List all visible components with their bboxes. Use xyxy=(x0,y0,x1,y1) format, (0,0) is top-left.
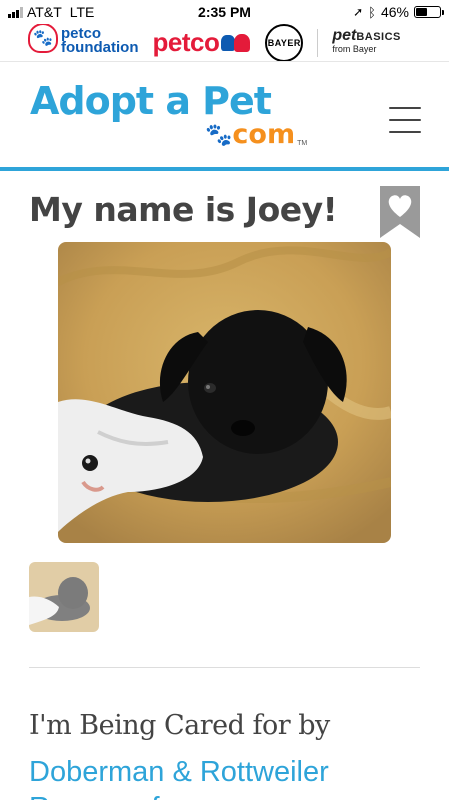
paw-icon: 🐾 xyxy=(205,121,233,147)
logo-main-text: Adopt a Pet xyxy=(30,79,272,123)
battery-percent: 46% xyxy=(380,4,409,20)
sponsor-bar: 🐾 petco foundation petco BAYER petBASICS… xyxy=(0,24,449,62)
location-arrow-icon: ➚ xyxy=(353,5,364,19)
thumbnail-image xyxy=(29,562,99,632)
carrier-label: AT&T xyxy=(27,4,62,20)
logo-sub: 🐾 com TM xyxy=(205,119,307,150)
pet-main-photo[interactable] xyxy=(58,242,391,543)
status-bar: AT&T LTE 2:35 PM ➚ ᛒ 46% xyxy=(0,0,449,24)
sponsor-divider xyxy=(317,28,319,57)
hamburger-menu-icon[interactable] xyxy=(389,107,421,133)
signal-strength-icon xyxy=(8,6,23,18)
logo-trademark: TM xyxy=(297,140,308,147)
network-label: LTE xyxy=(69,4,95,20)
petbasics-logo[interactable]: petBASICS from Bayer xyxy=(332,27,401,55)
bayer-logo[interactable]: BAYER xyxy=(265,24,304,61)
pet-name-title: My name is Joey! xyxy=(29,190,338,229)
site-header: Adopt a Pet 🐾 com TM xyxy=(0,63,449,171)
petco-pets-icon xyxy=(221,32,251,54)
petbasics-sub: from Bayer xyxy=(332,44,377,54)
petco-logo-text: petco xyxy=(152,27,220,57)
logo-com-text: com xyxy=(232,119,296,150)
puppy-photo xyxy=(58,242,391,543)
section-divider xyxy=(29,667,420,668)
pet-photo-thumbnail[interactable] xyxy=(29,562,99,632)
petco-logo[interactable]: petco xyxy=(152,27,251,58)
adopt-a-pet-logo[interactable]: Adopt a Pet 🐾 com TM xyxy=(30,81,320,161)
favorite-bookmark-icon[interactable] xyxy=(380,186,420,238)
petbasics-brand: pet xyxy=(332,27,357,44)
status-left: AT&T LTE xyxy=(8,4,94,20)
heart-paw-icon: 🐾 xyxy=(28,24,58,53)
battery-level xyxy=(416,8,427,16)
petco-foundation-logo[interactable]: 🐾 petco foundation xyxy=(28,24,139,56)
battery-icon xyxy=(414,6,444,18)
status-right: ➚ ᛒ 46% xyxy=(353,4,444,20)
shelter-link[interactable]: Doberman & Rottweiler Rescue of ... xyxy=(29,754,429,800)
bluetooth-icon: ᛒ xyxy=(368,4,376,20)
petbasics-basics: BASICS xyxy=(356,31,401,43)
petco-foundation-line2: foundation xyxy=(61,38,139,56)
cared-for-heading: I'm Being Cared for by xyxy=(29,710,330,741)
